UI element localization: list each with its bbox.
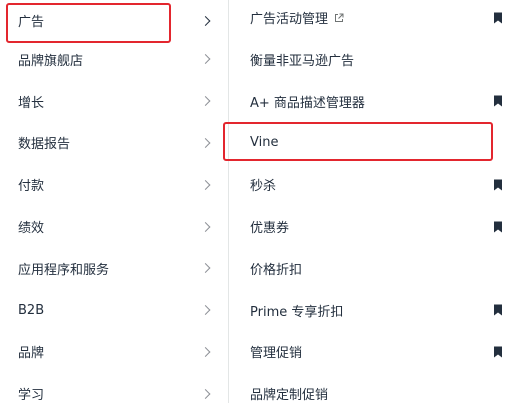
submenu-item-prime-exclusive-discounts[interactable]: Prime 专享折扣: [230, 289, 512, 331]
menu-item-label: 品牌旗舰店: [18, 53, 84, 69]
submenu-item-a-plus-content[interactable]: A+ 商品描述管理器: [230, 80, 512, 122]
chevron-right-icon: [200, 15, 211, 26]
chevron-right-icon: [200, 54, 211, 65]
main-category-list: 广告 品牌旗舰店 增长 数据报告 付款 绩效 应用程序和服务 B2B 品牌 学习: [0, 0, 229, 403]
submenu-item-label: 广告活动管理: [250, 12, 329, 28]
submenu-item-brand-tailored-promotions[interactable]: 品牌定制促销: [230, 373, 512, 403]
submenu-item-label: 管理促销: [250, 346, 303, 362]
chevron-right-icon: [200, 138, 211, 148]
submenu-item-label: 价格折扣: [250, 262, 303, 278]
chevron-right-icon: [200, 263, 211, 274]
external-link-icon: [335, 13, 344, 22]
menu-item-apps-services[interactable]: 应用程序和服务: [0, 248, 229, 290]
chevron-right-icon: [200, 388, 211, 399]
submenu-item-label: 衡量非亚马逊广告: [250, 53, 355, 69]
bookmark-icon[interactable]: [494, 221, 502, 233]
menu-item-b2b[interactable]: B2B: [0, 289, 229, 331]
bookmark-icon[interactable]: [494, 346, 502, 358]
chevron-right-icon: [200, 221, 211, 232]
submenu-item-coupons[interactable]: 优惠券: [230, 206, 512, 248]
submenu-item-manage-promotions[interactable]: 管理促销: [230, 331, 512, 373]
bookmark-icon[interactable]: [494, 179, 502, 191]
submenu-item-label: A+ 商品描述管理器: [250, 95, 365, 111]
menu-item-label: 学习: [18, 388, 45, 403]
menu-item-performance[interactable]: 绩效: [0, 206, 229, 248]
menu-item-label: 广告: [18, 15, 45, 31]
menu-item-reports[interactable]: 数据报告: [0, 122, 229, 164]
submenu-item-campaign-manager[interactable]: 广告活动管理: [230, 0, 512, 39]
menu-item-label: 增长: [18, 95, 45, 111]
submenu-item-measure-non-amazon-ads[interactable]: 衡量非亚马逊广告: [230, 39, 512, 81]
chevron-right-icon: [200, 96, 211, 107]
menu-item-payments[interactable]: 付款: [0, 164, 229, 206]
menu-item-brand-stores[interactable]: 品牌旗舰店: [0, 39, 229, 81]
submenu-item-label: Vine: [250, 135, 279, 151]
menu-item-label: 付款: [18, 179, 45, 195]
chevron-right-icon: [200, 347, 211, 357]
submenu-item-label: 品牌定制促销: [250, 388, 329, 403]
bookmark-icon[interactable]: [494, 304, 502, 316]
menu-item-label: 数据报告: [18, 137, 71, 153]
submenu-item-price-discounts[interactable]: 价格折扣: [230, 248, 512, 290]
menu-item-brands[interactable]: 品牌: [0, 331, 229, 373]
submenu-item-label: Prime 专享折扣: [250, 304, 344, 320]
submenu-item-vine[interactable]: Vine: [230, 122, 512, 164]
menu-item-growth[interactable]: 增长: [0, 80, 229, 122]
menu-item-advertising[interactable]: 广告: [0, 0, 229, 42]
menu-item-label: 应用程序和服务: [18, 262, 110, 278]
chevron-right-icon: [200, 305, 211, 316]
submenu-list: 广告活动管理 衡量非亚马逊广告 A+ 商品描述管理器 Vine 秒杀 优惠券 价…: [230, 0, 512, 403]
menu-item-learn[interactable]: 学习: [0, 373, 229, 403]
navigation-menu: 广告 品牌旗舰店 增长 数据报告 付款 绩效 应用程序和服务 B2B 品牌 学习…: [0, 0, 512, 403]
bookmark-icon[interactable]: [494, 95, 502, 107]
submenu-item-label: 优惠券: [250, 221, 290, 237]
menu-item-label: 品牌: [18, 346, 45, 362]
submenu-item-label: 秒杀: [250, 179, 277, 195]
bookmark-icon[interactable]: [494, 12, 502, 24]
submenu-item-lightning-deals[interactable]: 秒杀: [230, 164, 512, 206]
menu-item-label: 绩效: [18, 221, 45, 237]
chevron-right-icon: [200, 179, 211, 190]
menu-item-label: B2B: [18, 302, 45, 318]
